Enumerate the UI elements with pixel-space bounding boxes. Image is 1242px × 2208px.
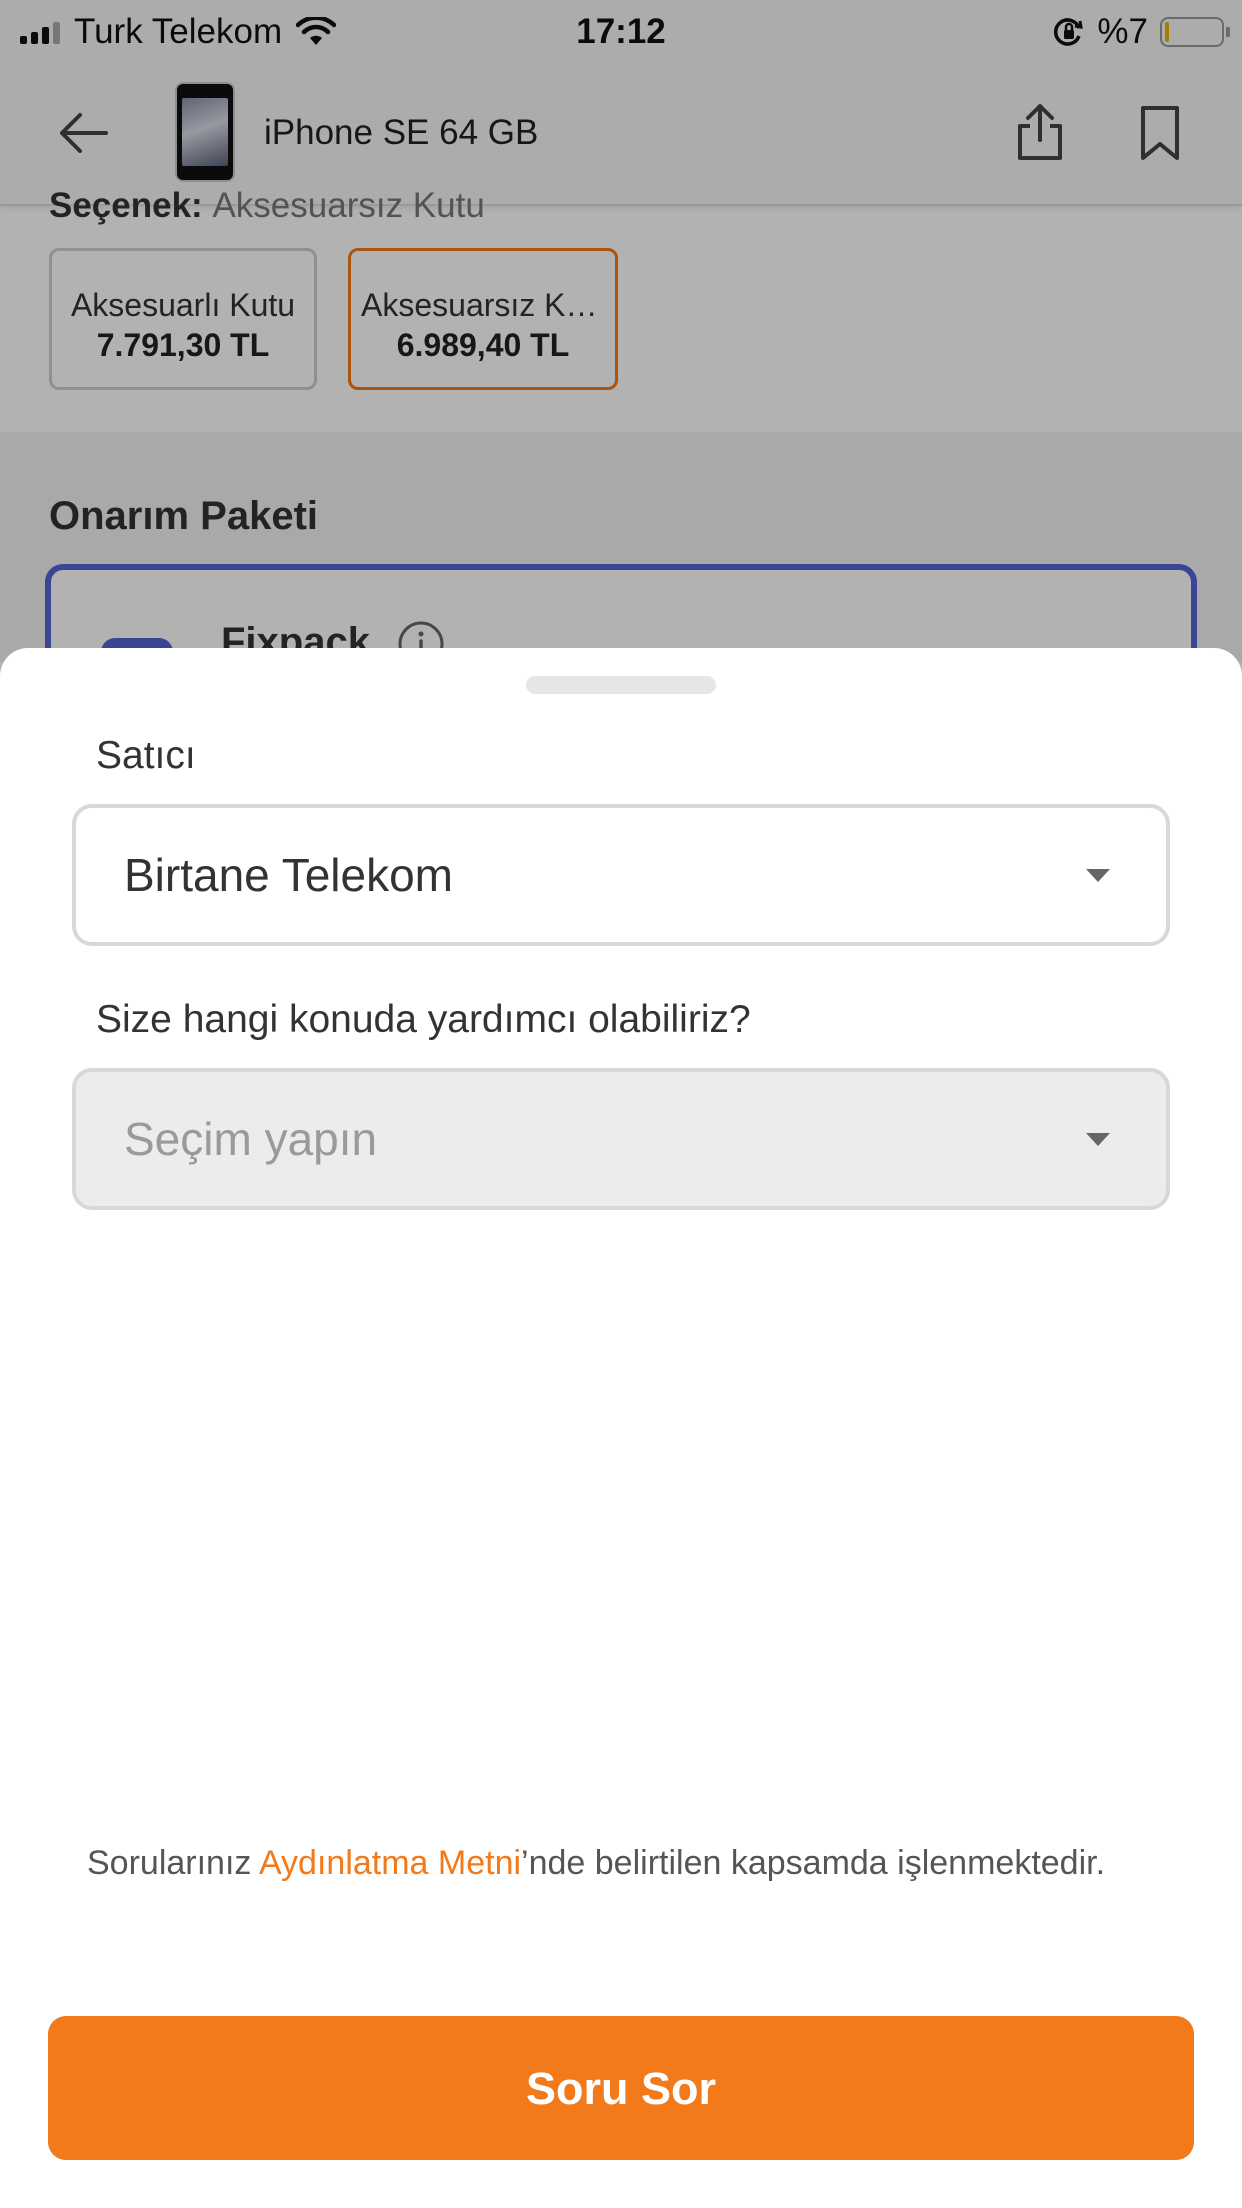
topic-placeholder: Seçim yapın (124, 1113, 378, 1165)
topic-label: Size hangi konuda yardımcı olabiliriz? (96, 998, 751, 1041)
seller-label: Satıcı (96, 734, 196, 777)
seller-select[interactable]: Birtane Telekom (72, 804, 1170, 946)
chevron-down-icon (1086, 869, 1110, 882)
chevron-down-icon (1086, 1133, 1110, 1146)
product-page: Turk Telekom 17:12 %7 iPhone SE 64 GB Se… (0, 0, 1242, 2208)
seller-value: Birtane Telekom (124, 849, 453, 901)
ask-question-sheet: Satıcı Birtane Telekom Size hangi konuda… (0, 648, 1242, 2208)
topic-select[interactable]: Seçim yapın (72, 1068, 1170, 1210)
privacy-link[interactable]: Aydınlatma Metni (259, 1844, 521, 1882)
ask-question-button[interactable]: Soru Sor (48, 2016, 1194, 2160)
drag-handle[interactable] (526, 676, 716, 694)
privacy-notice: Sorularınız Aydınlatma Metni’nde belirti… (87, 1844, 1106, 1882)
